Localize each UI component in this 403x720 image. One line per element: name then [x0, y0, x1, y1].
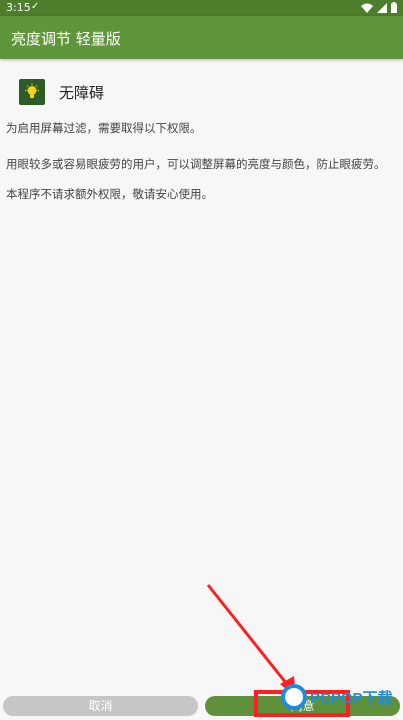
battery-icon [391, 2, 397, 13]
permission-note: 本程序不请求额外权限，敬请安心使用。 [6, 187, 213, 201]
app-toolbar: 亮度调节 轻量版 [0, 16, 403, 59]
page-title: 亮度调节 轻量版 [11, 30, 121, 48]
status-bar: 3:15 ✓ [0, 0, 403, 16]
download-check-icon: ✓ [31, 1, 40, 12]
watermark-text: PCPOP下载 [310, 689, 393, 707]
permission-intro: 为启用屏幕过滤，需要取得以下权限。 [6, 121, 202, 135]
permission-title: 无障碍 [59, 83, 105, 102]
watermark: PCPOP下载 [281, 684, 393, 710]
permission-description: 用眼较多或容易眼疲劳的用户，可以调整屏幕的亮度与颜色，防止眼疲劳。 [6, 157, 386, 171]
permission-header: 无障碍 [19, 78, 104, 106]
lightbulb-icon [19, 79, 45, 105]
status-time: 3:15 [6, 1, 31, 14]
wifi-icon [361, 3, 373, 13]
status-icons [361, 2, 397, 13]
cancel-button[interactable]: 取消 [3, 696, 198, 716]
signal-icon [377, 2, 387, 13]
watermark-logo-icon [281, 684, 307, 710]
